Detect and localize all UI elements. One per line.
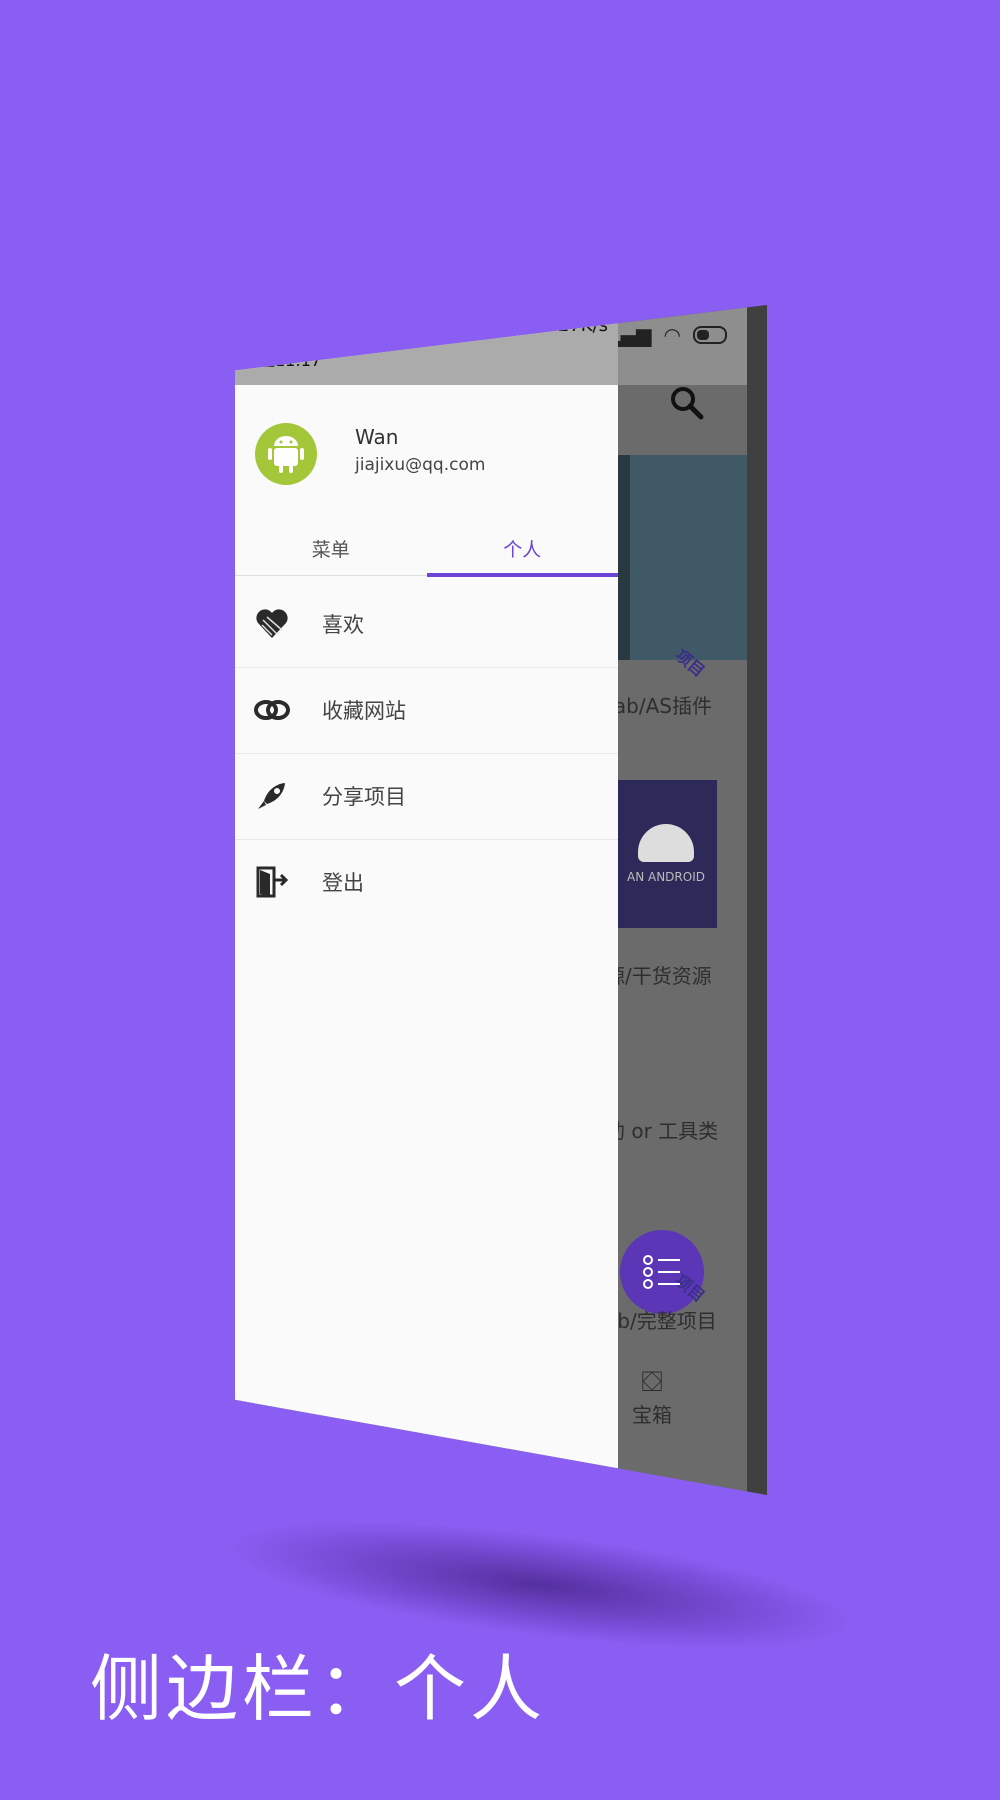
bottom-tab-label: 宝箱	[632, 1403, 672, 1427]
treasure-box-icon: ⛋	[641, 1365, 663, 1398]
drawer-tabs: 菜单 个人	[235, 515, 619, 577]
list-item[interactable]: 助 or 工具类	[605, 1115, 718, 1144]
robot-icon	[638, 824, 694, 862]
phone-mockup: ✱ ⏰ ▂▄▆ ▂▄▆ ◠ 项目 Tab/AS插件 AN ANDROID 源/干…	[235, 305, 767, 1495]
menu-item-logout[interactable]: 登出	[235, 839, 618, 925]
heart-icon	[252, 604, 292, 644]
menu-item-label: 喜欢	[322, 613, 364, 637]
tab-menu[interactable]: 菜单	[235, 535, 427, 562]
menu-item-like[interactable]: 喜欢	[235, 581, 618, 668]
status-time: 晚上11:17	[243, 351, 322, 370]
list-item[interactable]: Tab/AS插件	[605, 690, 712, 719]
logout-icon	[252, 862, 292, 902]
menu-item-label: 分享项目	[322, 785, 406, 809]
rocket-icon	[252, 776, 292, 816]
link-icon	[252, 690, 292, 730]
user-email: jiajixu@qq.com	[355, 455, 486, 475]
project-image[interactable]	[590, 455, 747, 660]
menu-item-share-project[interactable]: 分享项目	[235, 753, 618, 840]
list-item[interactable]: ab/完整项目	[605, 1305, 717, 1334]
project-image[interactable]: AN ANDROID	[615, 780, 717, 928]
navigation-drawer: 晚上11:17 ... 0.27K/s Wan jiajixu@qq.com 菜…	[235, 305, 618, 1495]
battery-icon	[693, 326, 727, 344]
menu-item-label: 收藏网站	[322, 699, 406, 723]
bottom-tab-treasure[interactable]: ⛋ 宝箱	[632, 1365, 672, 1428]
list-item[interactable]: 源/干货资源	[605, 960, 712, 989]
android-icon	[268, 436, 304, 473]
tab-personal[interactable]: 个人	[427, 535, 619, 562]
search-icon[interactable]	[667, 383, 707, 423]
page-caption: 侧边栏：个人	[90, 1647, 547, 1731]
drawer-status-bar: 晚上11:17 ... 0.27K/s	[235, 305, 618, 385]
network-speed: ... 0.27K/s	[517, 315, 608, 336]
avatar[interactable]	[255, 423, 317, 485]
phone-edge	[747, 305, 767, 1495]
tab-indicator	[426, 573, 618, 577]
image-text: AN ANDROID	[627, 870, 705, 884]
wifi-icon: ◠	[663, 323, 681, 347]
user-name: Wan	[355, 425, 399, 449]
menu-item-label: 登出	[322, 871, 364, 895]
menu-item-favorite-sites[interactable]: 收藏网站	[235, 667, 618, 754]
